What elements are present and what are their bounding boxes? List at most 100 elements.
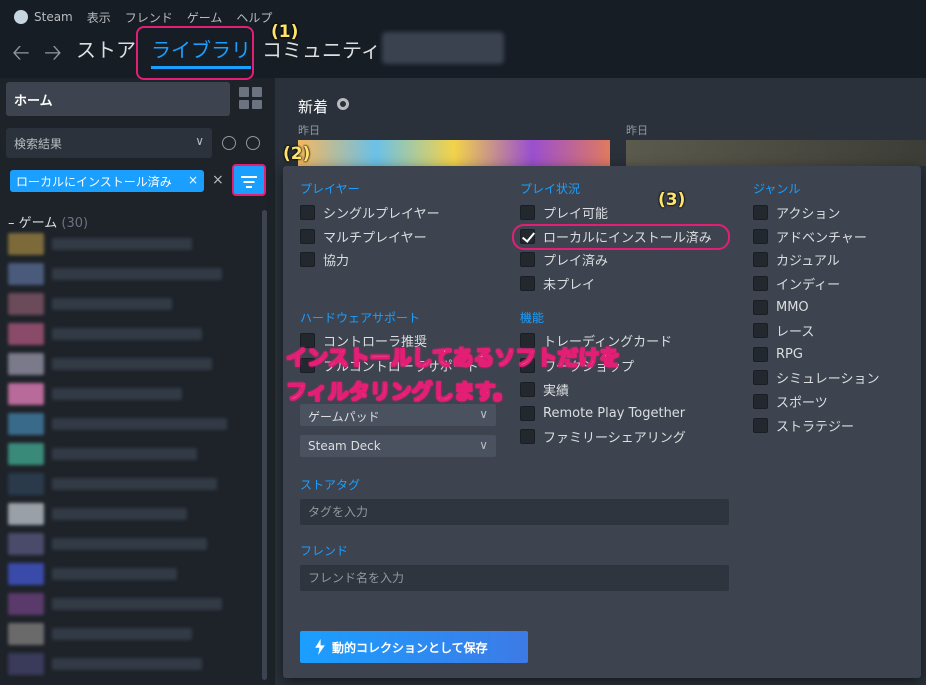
list-item[interactable] [8, 560, 258, 588]
game-list [8, 230, 258, 685]
option-remote-play[interactable]: Remote Play Together [520, 404, 685, 422]
option-genre[interactable]: ストラテジー [753, 416, 854, 435]
checkbox[interactable] [753, 275, 768, 291]
date-label: 昨日 [626, 124, 648, 137]
option-label: MMO [776, 299, 809, 315]
grid-view-icon[interactable] [236, 84, 264, 112]
option-genre[interactable]: シミュレーション [753, 368, 879, 387]
back-arrow-icon[interactable]: 🡠 [12, 36, 30, 74]
list-item[interactable] [8, 590, 258, 618]
option-playable[interactable]: プレイ可能 [520, 203, 608, 222]
tag-input[interactable] [300, 499, 729, 525]
news-banner[interactable] [298, 140, 610, 166]
checkbox[interactable] [753, 299, 768, 315]
option-label: Remote Play Together [543, 405, 686, 421]
menu-friends[interactable]: フレンド [125, 9, 173, 26]
gamepad-select[interactable]: ゲームパッド ∨ [300, 404, 496, 426]
news-banner[interactable] [626, 140, 926, 166]
list-item[interactable] [8, 440, 258, 468]
checkbox[interactable] [753, 346, 768, 362]
option-genre[interactable]: スポーツ [753, 392, 828, 411]
list-item[interactable] [8, 530, 258, 558]
games-label: ゲーム [18, 216, 58, 231]
option-genre[interactable]: インディー [753, 274, 841, 293]
games-section-header[interactable]: – ゲーム (30) [8, 212, 88, 231]
list-item[interactable] [8, 380, 258, 408]
option-played[interactable]: プレイ済み [520, 250, 608, 269]
clear-filters-icon[interactable]: × [212, 172, 224, 188]
save-dynamic-collection-button[interactable]: 動的コレクションとして保存 [300, 631, 528, 663]
gear-icon[interactable] [337, 98, 349, 110]
filter-button[interactable] [232, 164, 266, 196]
menu-help[interactable]: ヘルプ [236, 9, 272, 26]
checkbox[interactable] [753, 251, 768, 267]
option-genre[interactable]: アドベンチャー [753, 227, 867, 246]
option-label: マルチプレイヤー [323, 230, 427, 246]
list-item[interactable] [8, 620, 258, 648]
group-title-play-state: プレイ状況 [520, 182, 581, 196]
option-unplayed[interactable]: 未プレイ [520, 274, 595, 293]
recent-clock-icon[interactable] [222, 136, 236, 150]
play-filter-icon[interactable] [246, 136, 260, 150]
annotation-number-2: (2) [283, 144, 311, 164]
highlight-installed-option [512, 224, 730, 250]
list-item[interactable] [8, 350, 258, 378]
option-label: アドベンチャー [776, 230, 867, 246]
checkbox[interactable] [520, 428, 535, 444]
option-genre[interactable]: カジュアル [753, 250, 840, 269]
chip-remove-icon[interactable]: × [188, 173, 198, 187]
checkbox[interactable] [300, 228, 315, 244]
checkbox[interactable] [753, 204, 768, 220]
option-coop[interactable]: 協力 [300, 250, 349, 269]
option-genre[interactable]: MMO [753, 298, 809, 316]
checkbox[interactable] [300, 251, 315, 267]
option-label: シングルプレイヤー [323, 206, 440, 222]
checkbox[interactable] [753, 228, 768, 244]
list-item[interactable] [8, 260, 258, 288]
list-item[interactable] [8, 230, 258, 258]
checkbox[interactable] [300, 204, 315, 220]
checkbox[interactable] [520, 405, 535, 421]
active-filter-chip[interactable]: ローカルにインストール済み × [10, 170, 204, 192]
option-label: インディー [776, 277, 841, 293]
checkbox[interactable] [520, 381, 535, 397]
option-genre[interactable]: アクション [753, 203, 841, 222]
checkbox[interactable] [753, 393, 768, 409]
checkbox[interactable] [753, 417, 768, 433]
list-item[interactable] [8, 320, 258, 348]
highlight-library-tab [136, 26, 254, 80]
option-multi-player[interactable]: マルチプレイヤー [300, 227, 427, 246]
friend-input[interactable] [300, 565, 729, 591]
option-genre[interactable]: RPG [753, 345, 803, 363]
menu-view[interactable]: 表示 [87, 9, 111, 26]
option-achievements[interactable]: 実績 [520, 380, 569, 399]
option-label: アクション [776, 206, 841, 222]
checkbox[interactable] [753, 369, 768, 385]
sidebar-scrollbar[interactable] [262, 210, 267, 680]
search-results-select[interactable]: 検索結果 ∨ [6, 128, 212, 158]
list-item[interactable] [8, 290, 258, 318]
checkbox[interactable] [520, 275, 535, 291]
list-item[interactable] [8, 500, 258, 528]
tab-store[interactable]: ストア [76, 34, 136, 63]
option-single-player[interactable]: シングルプレイヤー [300, 203, 440, 222]
home-button[interactable]: ホーム [6, 82, 230, 116]
collapse-icon: – [8, 216, 19, 231]
checkbox[interactable] [753, 322, 768, 338]
option-genre[interactable]: レース [753, 321, 814, 340]
save-button-label: 動的コレクションとして保存 [332, 640, 488, 655]
checkbox[interactable] [520, 251, 535, 267]
group-title-features: 機能 [520, 311, 545, 325]
option-family-sharing[interactable]: ファミリーシェアリング [520, 427, 686, 446]
games-count: (30) [61, 216, 89, 231]
menu-steam[interactable]: Steam [34, 10, 73, 24]
checkbox[interactable] [520, 204, 535, 220]
list-item[interactable] [8, 650, 258, 678]
list-item[interactable] [8, 470, 258, 498]
annotation-number-1: (1) [271, 22, 299, 42]
option-label: ファミリーシェアリング [543, 430, 686, 446]
menu-games[interactable]: ゲーム [187, 9, 223, 26]
list-item[interactable] [8, 410, 258, 438]
steam-deck-select[interactable]: Steam Deck ∨ [300, 435, 496, 457]
forward-arrow-icon[interactable]: 🡢 [44, 36, 62, 74]
